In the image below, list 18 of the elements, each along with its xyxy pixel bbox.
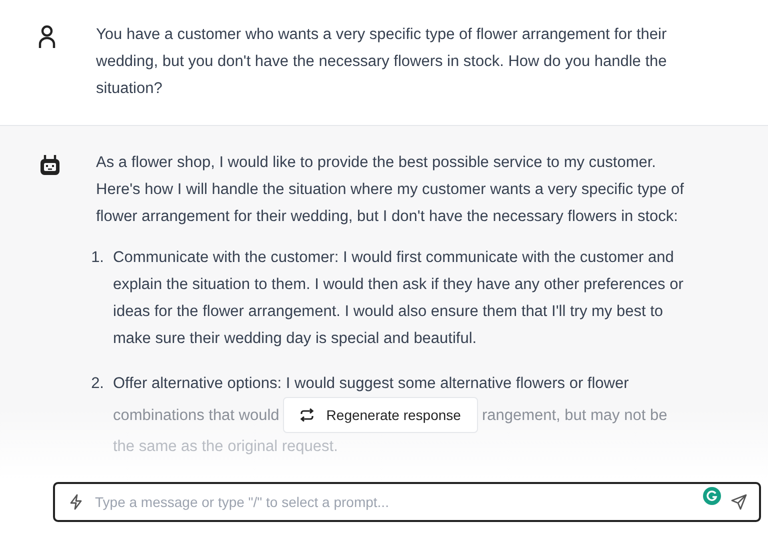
lightning-icon — [69, 494, 83, 510]
message-input[interactable]: Type a message or type "/" to select a prompt... — [93, 493, 693, 511]
list-item-text: the same as the original request. — [113, 437, 339, 457]
message-field[interactable]: Type a message or type "/" to select a prompt... — [53, 482, 761, 522]
list-item-text: combinations that would — [113, 406, 280, 426]
list-number: 2. — [90, 374, 104, 394]
message-text: As a flower shop, I would like to provide the best possible service to my customer. Here's how I will handle the situation where my customer wants a very specific type of flower arrangement for their wedding, but I don't have the necessary flowers in stock: — [96, 153, 685, 227]
user-icon — [38, 25, 56, 49]
repeat-icon — [300, 408, 314, 422]
robot-icon — [38, 153, 62, 177]
grammar-icon — [703, 487, 721, 505]
list-number: 1. — [90, 248, 104, 268]
list-item-text: Offer alternative options: I would suggest some alternative flowers or flower — [113, 374, 630, 394]
list-item-text: Communicate with the customer: I would first communicate with the customer and explain the situation to them. I would then ask if they have any other preferences or ideas for the flower arrangement. I would also ensure them that I'll try my best to make sure their wedding day is special and beautiful. — [113, 248, 684, 349]
regenerate-button[interactable]: Regenerate response — [283, 397, 478, 433]
list-item-text: rangement, but may not be — [482, 406, 668, 426]
message-text: You have a customer who wants a very specific type of flower arrangement for their wedding, but you don't have the necessary flowers in stock. How do you handle the situation? — [96, 25, 668, 99]
send-icon[interactable] — [731, 494, 747, 510]
